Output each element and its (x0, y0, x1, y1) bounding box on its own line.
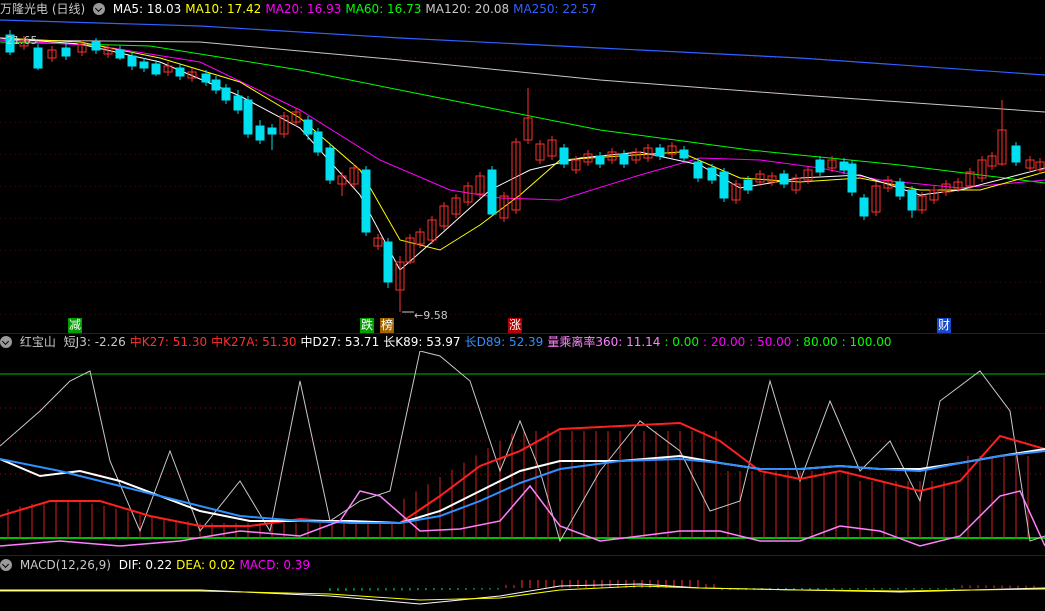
candle-body (859, 197, 869, 217)
indicator-legend-item: 量乘离率360: 11.14 (547, 335, 661, 349)
macd-chart[interactable] (0, 574, 1045, 611)
indicator-legend-item: 中K27A: 51.30 (211, 335, 297, 349)
candlestick-chart[interactable]: 21.65 ←9.58 (0, 0, 1045, 333)
candle-body (655, 147, 665, 157)
candle-body (693, 161, 703, 179)
signal-label: 榜 (380, 318, 395, 333)
j3-line (0, 351, 1045, 543)
candle-body (847, 163, 857, 193)
candle-body (779, 173, 789, 185)
ma60-line (0, 41, 1045, 184)
candle-body (139, 61, 149, 69)
indicator-legend-item: : 20.00 (703, 335, 746, 349)
low-price-label: ←9.58 (414, 309, 448, 322)
macd-legend: DIF: 0.22 DEA: 0.02 MACD: 0.39 (119, 558, 314, 572)
candle-body (211, 79, 221, 91)
indicator-legend-item: : 100.00 (841, 335, 892, 349)
candle-body (839, 161, 849, 171)
chevron-down-icon[interactable] (0, 559, 12, 571)
indicator-chart[interactable] (0, 351, 1045, 554)
candle-body (559, 147, 569, 165)
indicator-legend-item: 长K89: 53.97 (383, 335, 461, 349)
candle-body (719, 171, 729, 199)
indicator-legend-item: 长D89: 52.39 (464, 335, 544, 349)
candle-body (151, 63, 161, 75)
candle-body (91, 41, 101, 51)
candle-body (619, 153, 629, 165)
candle-body (201, 73, 211, 83)
candle-body (815, 159, 825, 173)
macd-legend-item: MACD: 0.39 (239, 558, 311, 572)
candle-body (707, 167, 717, 181)
candle-body (243, 99, 253, 135)
macd-name[interactable]: MACD(12,26,9) (20, 558, 111, 572)
candle-body (61, 47, 71, 57)
candle-body (595, 155, 605, 165)
dea-line (0, 585, 1045, 601)
signal-label: 涨 (508, 318, 523, 333)
indicator-legend-item: 短J3: -2.26 (63, 335, 126, 349)
ma120-line (0, 39, 1045, 113)
candle-body (361, 169, 371, 233)
candle-body (1011, 145, 1021, 163)
candle-body (33, 47, 43, 69)
k27-line (0, 421, 1045, 527)
indicator-legend-item: 中D27: 53.71 (300, 335, 380, 349)
high-price-label: 21.65 (6, 34, 38, 47)
indicator-header: 红宝山 短J3: -2.26 中K27: 51.30 中K27A: 51.30 中D2… (0, 333, 900, 351)
candle-body (313, 131, 323, 153)
candle-body (743, 179, 753, 191)
indicator-legend: 短J3: -2.26 中K27: 51.30 中K27A: 51.30 中D27: 5… (64, 335, 896, 349)
candle-body (325, 147, 335, 181)
signal-label: 减 (68, 318, 83, 333)
signal-label: 财 (937, 318, 952, 333)
candle-body (115, 49, 125, 59)
candle-body (233, 95, 243, 111)
candle-body (303, 119, 313, 135)
candle-body (127, 55, 137, 67)
macd-header: MACD(12,26,9) DIF: 0.22 DEA: 0.02 MACD: 0.… (0, 556, 318, 574)
candle-body (383, 241, 393, 283)
candle-body (487, 169, 497, 215)
macd-legend-item: DIF: 0.22 (118, 558, 173, 572)
indicator-legend-item: : 80.00 (795, 335, 838, 349)
indicator-name[interactable]: 红宝山 (20, 335, 56, 349)
candle-body (221, 87, 231, 101)
indicator-legend-item: 中K27: 51.30 (129, 335, 208, 349)
candle-body (175, 67, 185, 77)
candle-body (679, 149, 689, 159)
chevron-down-icon[interactable] (0, 336, 12, 348)
macd-legend-item: DEA: 0.02 (176, 558, 236, 572)
signal-label: 跌 (360, 318, 375, 333)
candle-body (267, 127, 277, 135)
candle-body (895, 181, 905, 197)
indicator-legend-item: : 0.00 (664, 335, 700, 349)
candle-body (255, 125, 265, 141)
candle-body (907, 189, 917, 211)
indicator-legend-item: : 50.00 (749, 335, 792, 349)
